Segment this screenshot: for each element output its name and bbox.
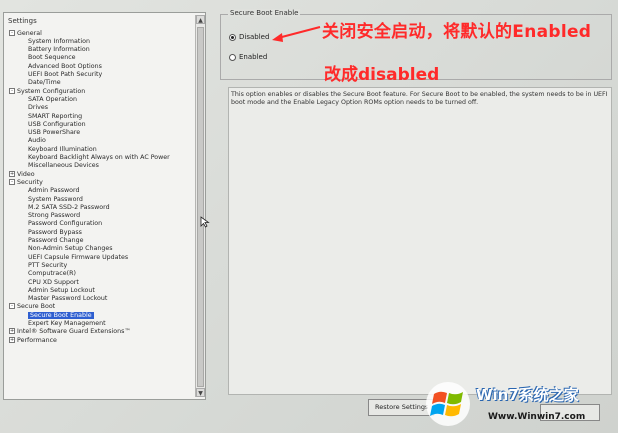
tree-item-label: SMART Reporting (28, 112, 83, 120)
tree-item-label: Admin Password (28, 187, 80, 195)
tree-item-label: Keyboard Illumination (28, 145, 97, 153)
watermark-url: Www.Winwin7.com (488, 412, 586, 422)
tree-item-label: Performance (17, 336, 57, 344)
tree-item-label: UEFI Capsule Firmware Updates (28, 253, 129, 261)
tree-item-label: Boot Sequence (28, 54, 76, 62)
tree-item-label: Admin Setup Lockout (28, 286, 95, 294)
tree-item[interactable]: + Performance (9, 336, 57, 346)
tree-item-label: Password Change (28, 237, 84, 244)
tree-item-label: Date/Time (28, 79, 61, 87)
annotation-arrow-icon (272, 26, 321, 42)
tree-item-label: Drives (28, 104, 49, 112)
tree-item-label: Password Configuration (28, 220, 103, 228)
watermark-brand: Win7系统之家 (476, 386, 579, 404)
description-box: This option enables or disables the Secu… (228, 87, 612, 395)
tree-scrollbar[interactable]: ▲ ▼ (195, 15, 205, 397)
tree-item-label: UEFI Boot Path Security (28, 71, 103, 78)
radio-disabled-label: Disabled (239, 33, 270, 41)
tree-item-label: Security (17, 178, 43, 186)
collapse-icon[interactable]: - (9, 178, 15, 185)
scroll-thumb[interactable] (197, 27, 204, 387)
radio-selected-icon (229, 33, 236, 41)
collapse-icon[interactable]: - (9, 29, 15, 36)
tree-item-label: General (17, 29, 42, 37)
tree-item-label: Intel® Software Guard Extensions™ (17, 328, 131, 336)
settings-tree-panel: Settings - General System Information Batte… (3, 12, 206, 400)
tree-item-label: Expert Key Management (28, 320, 106, 327)
tree-item-label: SATA Operation (28, 95, 77, 103)
tree-item-label: Computrace(R) (28, 270, 76, 278)
bios-screen: Settings - General System Information Batte… (0, 0, 618, 433)
tree-item-label: USB Configuration (28, 120, 86, 128)
tree-item-label: USB PowerShare (28, 129, 81, 137)
expand-icon[interactable]: + (9, 336, 15, 343)
tree-item-label: Secure Boot Enable (28, 311, 94, 319)
tree-item-label: Audio (28, 137, 46, 145)
tree-item-label: CPU XD Support (28, 278, 79, 286)
tree-item-label: Password Bypass (28, 228, 82, 236)
expand-icon[interactable]: + (9, 170, 15, 177)
tree-item-label: System Configuration (17, 87, 86, 95)
annotation-text-line1: 关闭安全启动，将默认的Enabled (322, 22, 592, 42)
tree-item-label: System Password (28, 195, 83, 203)
tree-title: Settings (8, 17, 37, 25)
tree-item-label: Miscellaneous Devices (28, 162, 99, 170)
tree-item-label: Keyboard Backlight Always on with AC Pow… (28, 154, 170, 161)
scroll-down-arrow-icon[interactable]: ▼ (196, 388, 205, 397)
tree-item-label: Strong Password (28, 212, 81, 220)
tree-item-label: Non-Admin Setup Changes (28, 245, 113, 253)
group-title: Secure Boot Enable (228, 9, 301, 17)
tree-item-label: PTT Security (28, 261, 68, 269)
radio-disabled[interactable]: Disabled (229, 33, 269, 41)
tree-item-label: Video (17, 170, 35, 178)
scroll-up-arrow-icon[interactable]: ▲ (196, 15, 205, 24)
tree-item-label: Secure Boot (17, 303, 56, 311)
tree-item[interactable]: Miscellaneous Devices (28, 161, 99, 171)
annotation-text-line2: 改成disabled (324, 65, 440, 85)
expand-icon[interactable]: + (9, 328, 15, 335)
description-text: This option enables or disables the Secu… (231, 91, 608, 106)
tree-item-label: System Information (28, 37, 90, 45)
mouse-cursor-icon (200, 216, 210, 228)
tree-item-label: Master Password Lockout (28, 295, 108, 303)
tree-item-label: Battery Information (28, 46, 90, 54)
collapse-icon[interactable]: - (9, 87, 15, 94)
collapse-icon[interactable]: - (9, 303, 15, 310)
tree-item-label: Advanced Boot Options (28, 62, 102, 70)
radio-enabled-label: Enabled (239, 53, 268, 61)
tree-item-label: M.2 SATA SSD-2 Password (28, 203, 110, 211)
radio-unselected-icon (229, 53, 236, 61)
windows-logo-icon (426, 382, 470, 426)
radio-enabled[interactable]: Enabled (229, 53, 267, 61)
